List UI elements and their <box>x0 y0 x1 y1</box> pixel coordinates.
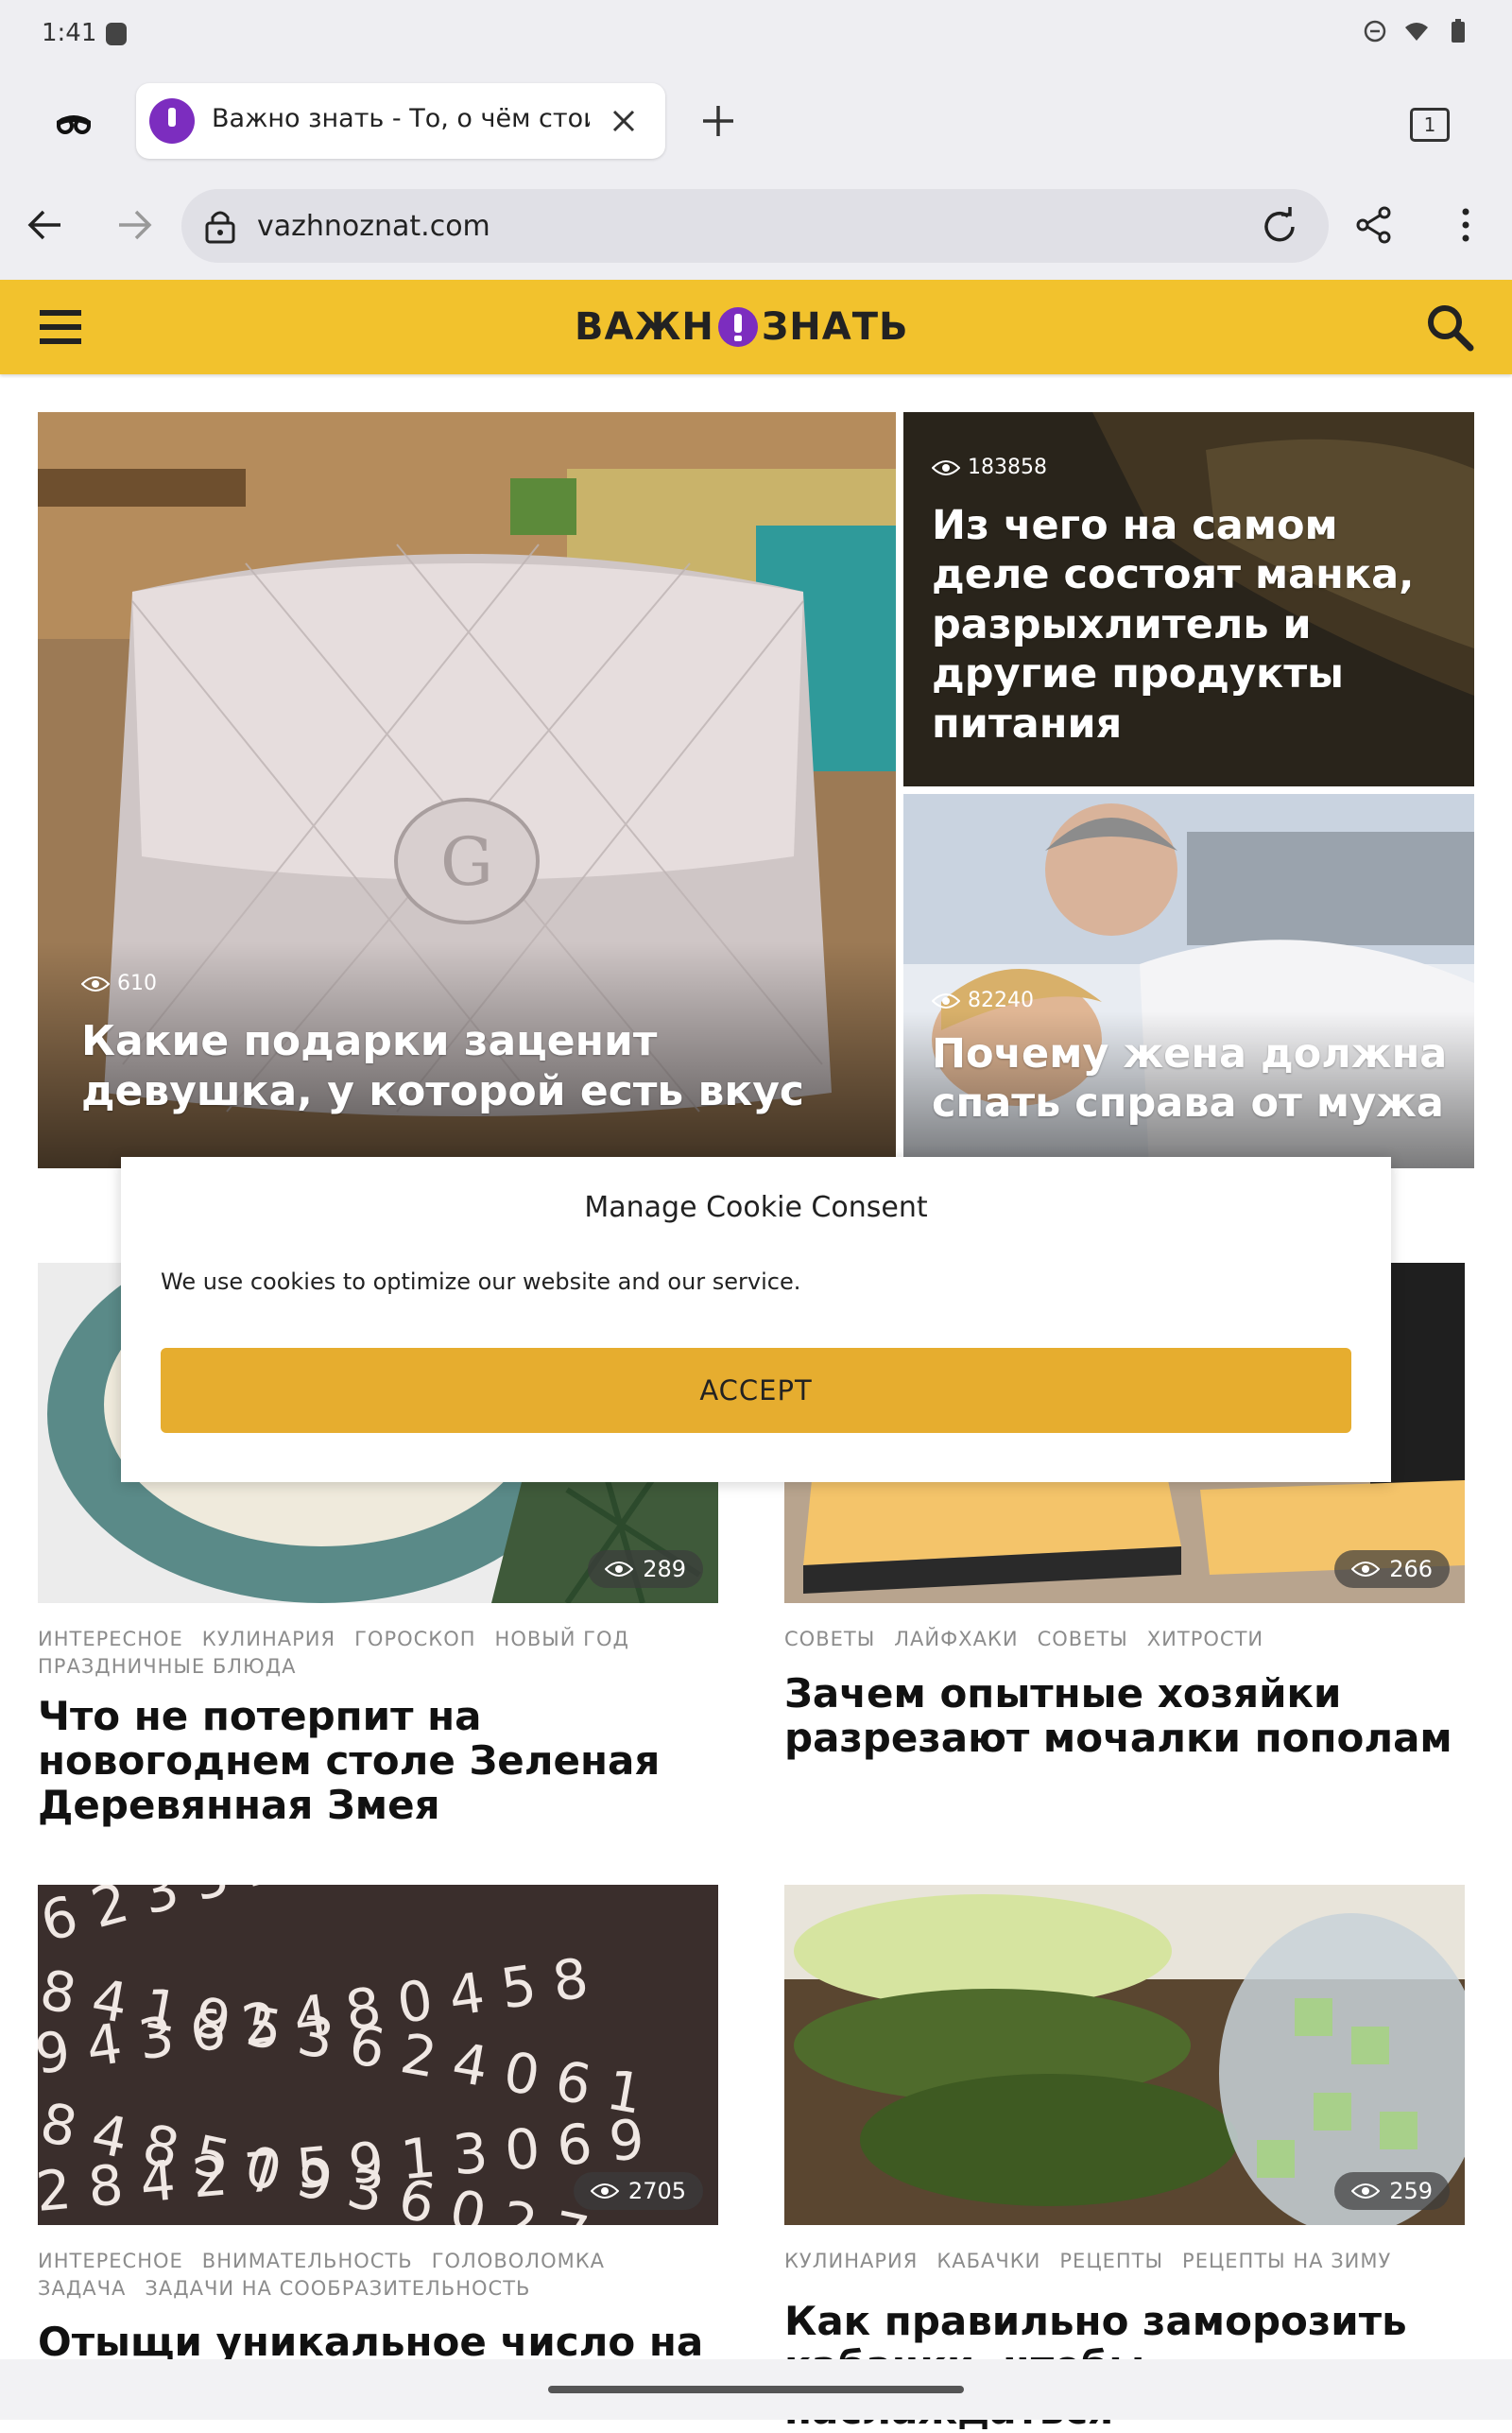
card-views: 266 <box>1334 1550 1450 1588</box>
eye-icon <box>1351 1562 1381 1577</box>
category-link[interactable]: ПРАЗДНИЧНЫЕ БЛЮДА <box>38 1653 297 1681</box>
incognito-icon[interactable] <box>53 102 94 144</box>
wifi-icon <box>1405 23 1428 41</box>
cookie-title: Manage Cookie Consent <box>584 1191 928 1224</box>
category-link[interactable]: ЗАДАЧИ НА СООБРАЗИТЕЛЬНОСТЬ <box>145 2275 530 2303</box>
card-views: 2705 <box>573 2172 703 2210</box>
views-count: 289 <box>643 1556 686 1582</box>
browser-toolbar: vazhnoznat.com <box>0 170 1512 280</box>
card-title[interactable]: Отыщи уникальное число на <box>38 2320 718 2364</box>
category-link[interactable]: ЛАЙФХАКИ <box>894 1626 1018 1653</box>
card-title[interactable]: Что не потерпит на новогоднем столе Зеле… <box>38 1694 699 1827</box>
notification-icon <box>106 23 127 45</box>
views-count: 2705 <box>627 2178 686 2204</box>
views-count: 266 <box>1389 1556 1433 1582</box>
svg-text:G: G <box>440 823 493 901</box>
card-categories: ИНТЕРЕСНОЕ ВНИМАТЕЛЬНОСТЬ ГОЛОВОЛОМКАЗАДАЧ… <box>38 2248 718 2304</box>
card-image-3[interactable]: 6 2 3 5 2 6 0 3 5 1 8 8 4 1 9 5 3 6 2 4 … <box>38 1885 718 2225</box>
status-bar: 1:41 <box>0 0 1512 76</box>
tab-switcher-button[interactable]: 1 <box>1410 108 1450 142</box>
share-icon[interactable] <box>1353 204 1395 246</box>
hero-article-3[interactable]: 82240 Почему жена должна спать справа от… <box>903 794 1474 1168</box>
category-link[interactable]: ХИТРОСТИ <box>1147 1626 1263 1653</box>
arrow-right-icon[interactable] <box>113 204 155 246</box>
eye-icon <box>1351 2183 1381 2199</box>
category-link[interactable]: ВНИМАТЕЛЬНОСТЬ <box>202 2248 413 2275</box>
hero-article-2[interactable]: 183858 Из чего на самом деле состоят ман… <box>903 412 1474 786</box>
hero-title[interactable]: Какие подарки заценит девушка, у которой… <box>81 1017 856 1117</box>
category-link[interactable]: ГОРОСКОП <box>354 1626 475 1653</box>
eye-icon <box>605 1562 634 1577</box>
category-link[interactable]: КУЛИНАРИЯ <box>202 1626 335 1653</box>
category-link[interactable]: РЕЦЕПТЫ <box>1059 2248 1163 2275</box>
eye-icon <box>590 2183 619 2199</box>
accept-cookies-button[interactable]: ACCEPT <box>161 1348 1351 1433</box>
search-icon[interactable] <box>1425 302 1474 352</box>
site-logo[interactable]: ВАЖН ЗНАТЬ <box>575 299 909 355</box>
url-text[interactable]: vazhnoznat.com <box>257 210 490 243</box>
dnd-icon <box>1364 20 1386 43</box>
address-bar[interactable]: vazhnoznat.com <box>181 189 1329 263</box>
category-link[interactable]: КУЛИНАРИЯ <box>784 2248 918 2275</box>
category-link[interactable]: НОВЫЙ ГОД <box>495 1626 629 1653</box>
logo-text-left: ВАЖН <box>575 305 714 349</box>
category-link[interactable]: ЗАДАЧА <box>38 2275 126 2303</box>
arrow-left-icon[interactable] <box>25 204 66 246</box>
hero-title[interactable]: Почему жена должна спать справа от мужа <box>932 1030 1461 1128</box>
plus-icon[interactable] <box>696 98 741 144</box>
lock-icon[interactable] <box>204 208 236 244</box>
browser-tab[interactable]: Важно знать - То, о чём стоит <box>136 83 665 159</box>
category-link[interactable]: ГОЛОВОЛОМКА <box>432 2248 605 2275</box>
battery-icon <box>1452 19 1465 43</box>
close-icon[interactable] <box>605 102 643 140</box>
hero-views: 610 <box>81 972 157 995</box>
status-time: 1:41 <box>42 19 97 47</box>
status-icons <box>1363 19 1470 43</box>
tab-title: Важно знать - То, о чём стоит <box>212 104 590 133</box>
reload-icon[interactable] <box>1259 206 1300 248</box>
category-link[interactable]: ИНТЕРЕСНОЕ <box>38 2248 183 2275</box>
eye-icon <box>932 992 960 1009</box>
site-header: ВАЖН ЗНАТЬ <box>0 280 1512 374</box>
eye-icon <box>932 459 960 475</box>
category-link[interactable]: СОВЕТЫ <box>784 1626 875 1653</box>
views-count: 610 <box>117 972 157 995</box>
cookie-text: We use cookies to optimize our website a… <box>161 1268 801 1295</box>
card-views: 259 <box>1334 2172 1450 2210</box>
card-categories: СОВЕТЫ ЛАЙФХАКИ СОВЕТЫ ХИТРОСТИ <box>784 1626 1465 1653</box>
card-title[interactable]: Зачем опытные хозяйки разрезают мочалки … <box>784 1671 1465 1760</box>
card-image-4[interactable]: 259 <box>784 1885 1465 2225</box>
home-gesture-handle[interactable] <box>548 2386 964 2393</box>
eye-icon <box>81 975 110 992</box>
category-link[interactable]: КАБАЧКИ <box>936 2248 1040 2275</box>
logo-mark-icon <box>717 307 758 347</box>
cookie-consent-dialog: Manage Cookie Consent We use cookies to … <box>121 1157 1391 1482</box>
tab-strip: Важно знать - То, о чём стоит 1 <box>0 76 1512 170</box>
views-count: 259 <box>1389 2178 1433 2204</box>
more-vert-icon[interactable] <box>1452 204 1480 246</box>
card-categories: КУЛИНАРИЯ КАБАЧКИ РЕЦЕПТЫ РЕЦЕПТЫ НА ЗИМУ <box>784 2248 1465 2275</box>
views-count: 82240 <box>968 989 1034 1012</box>
hamburger-icon[interactable] <box>38 304 83 350</box>
hero-title[interactable]: Из чего на самом деле состоят манка, раз… <box>932 501 1461 749</box>
category-link[interactable]: ИНТЕРЕСНОЕ <box>38 1626 183 1653</box>
logo-text-right: ЗНАТЬ <box>761 305 909 349</box>
hero-article-1[interactable]: G 610 Какие подарки заценит девушка, у к… <box>38 412 896 1168</box>
category-link[interactable]: СОВЕТЫ <box>1038 1626 1128 1653</box>
system-nav-bar <box>0 2359 1512 2420</box>
hero-views: 82240 <box>932 989 1034 1012</box>
card-views: 289 <box>588 1550 703 1588</box>
site-favicon <box>149 98 195 144</box>
card-categories: ИНТЕРЕСНОЕ КУЛИНАРИЯ ГОРОСКОП НОВЫЙ ГОД ПРАЗ… <box>38 1626 718 1682</box>
hero-views: 183858 <box>932 456 1047 479</box>
views-count: 183858 <box>968 456 1047 479</box>
category-link[interactable]: РЕЦЕПТЫ НА ЗИМУ <box>1182 2248 1391 2275</box>
